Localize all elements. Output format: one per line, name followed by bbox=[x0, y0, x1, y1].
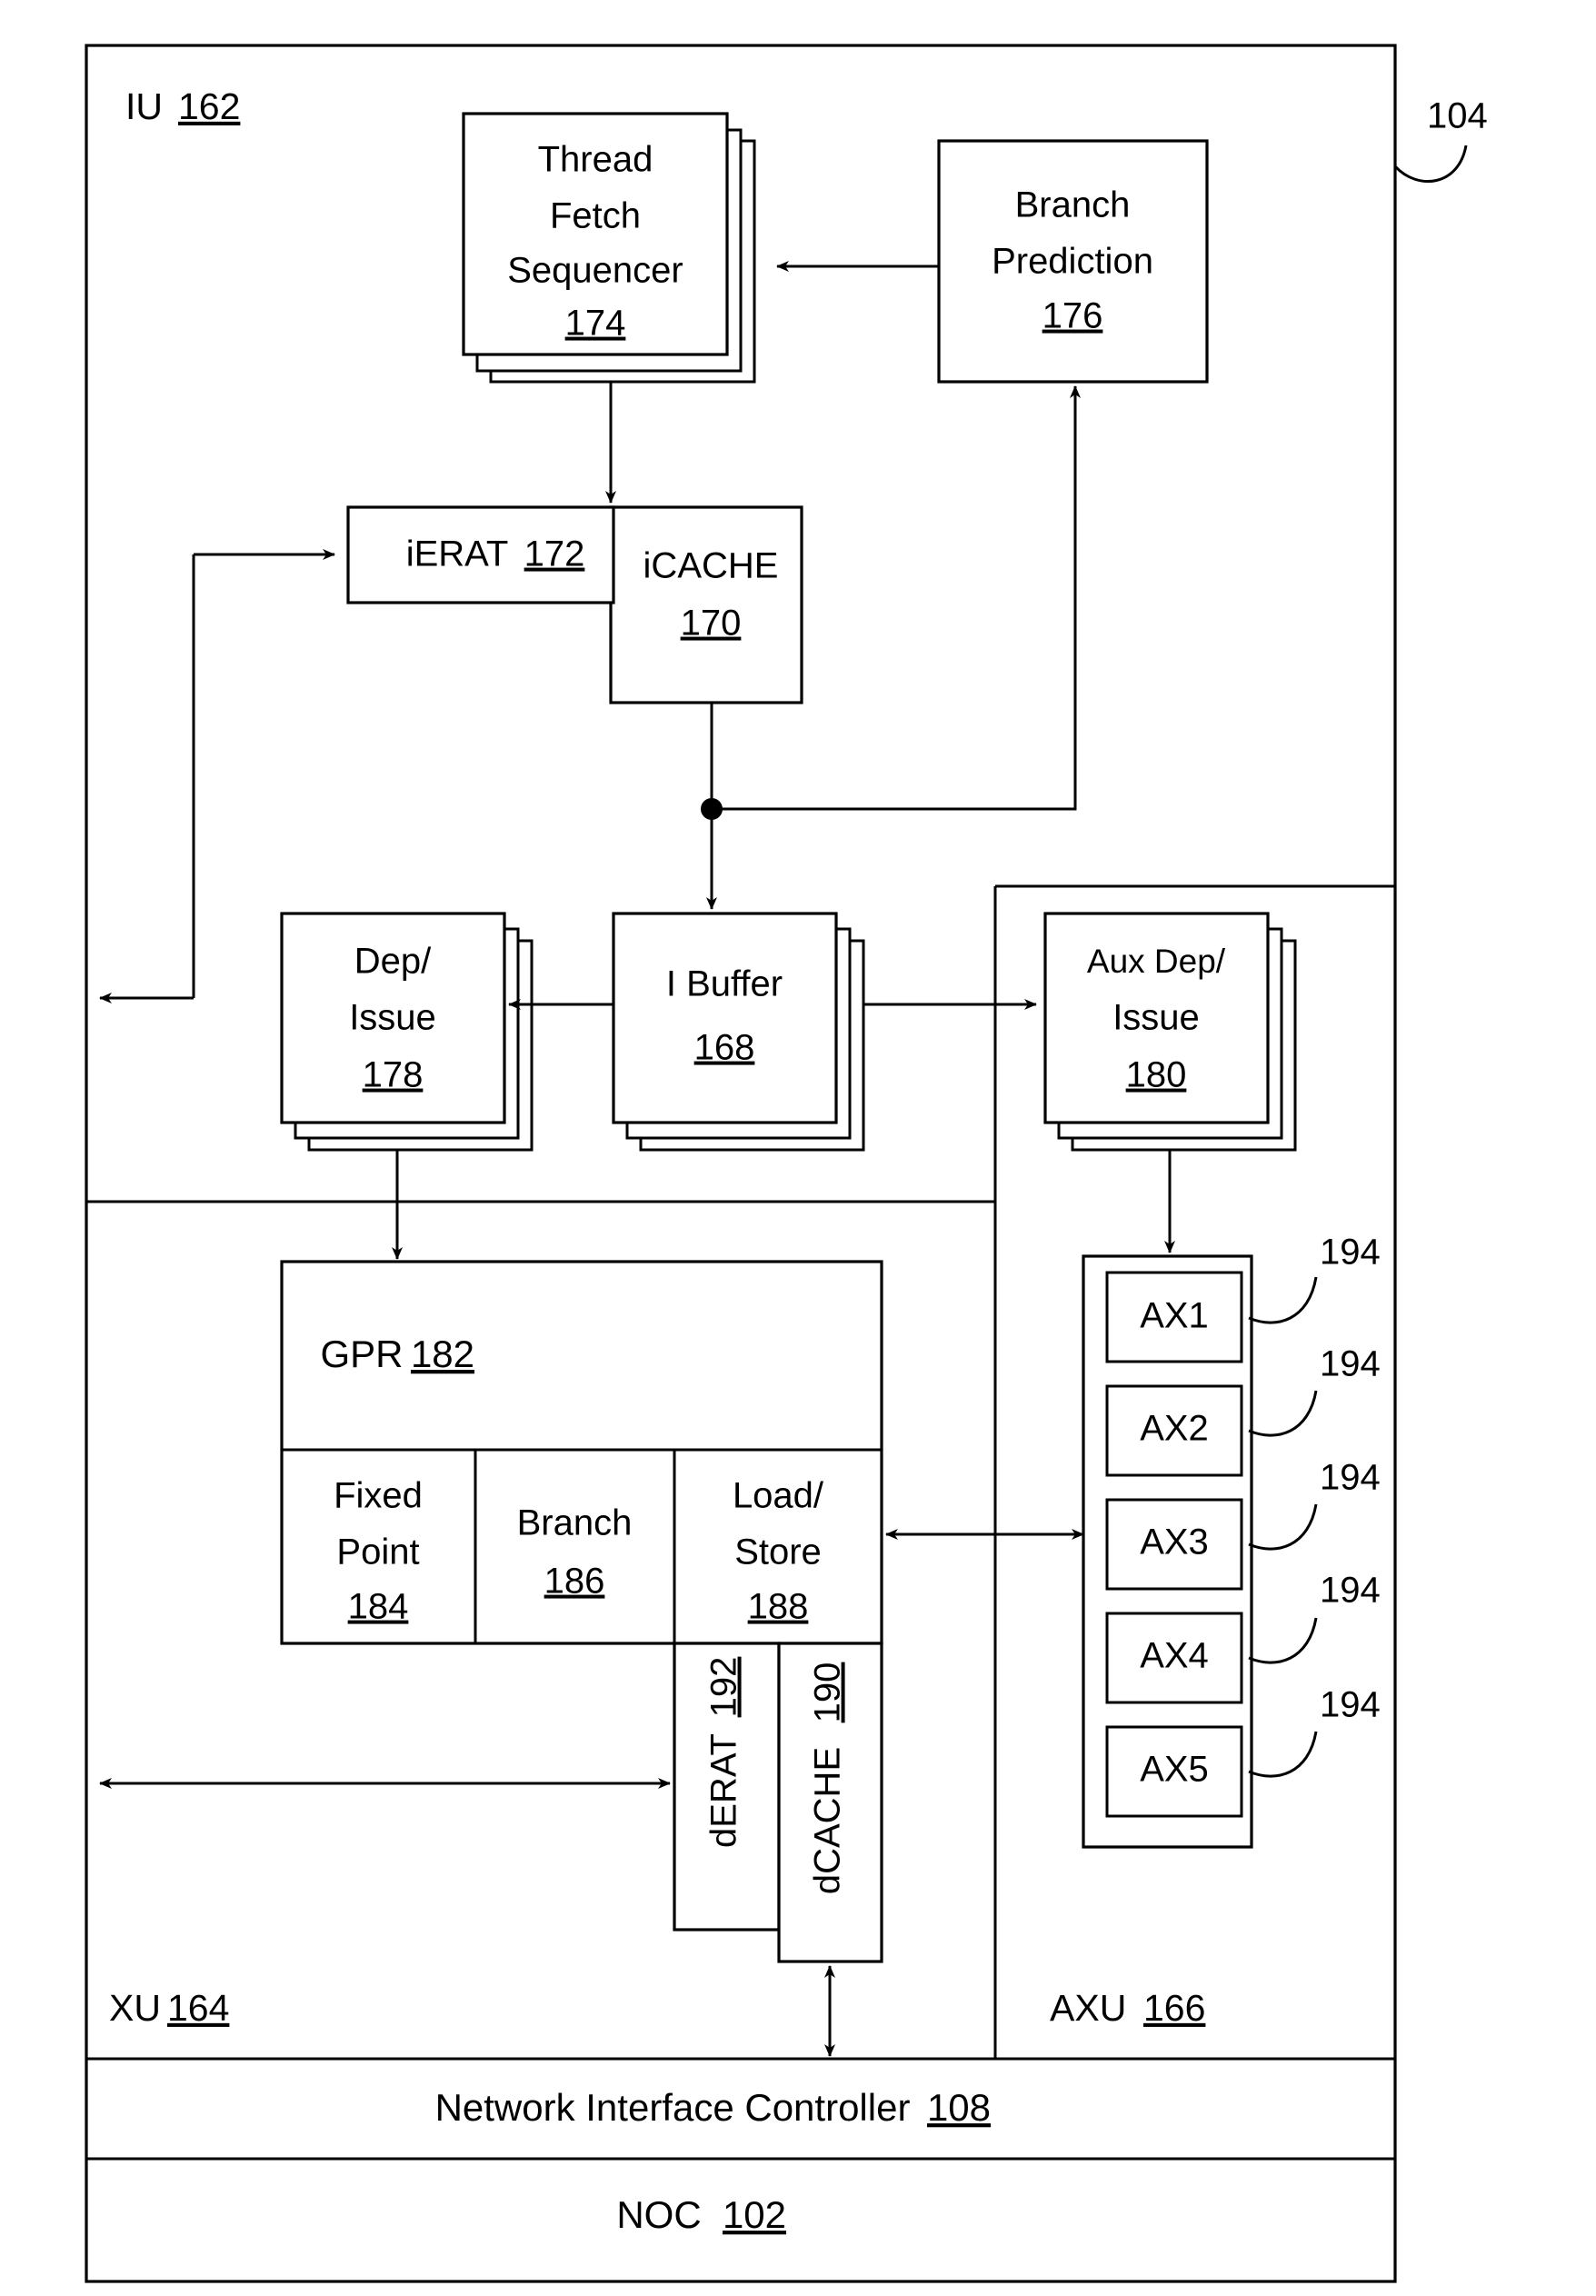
loadstore-ref: 188 bbox=[748, 1587, 809, 1627]
branch-prediction-block[interactable]: Branch Prediction 176 bbox=[937, 139, 1209, 384]
bp-line1: Branch bbox=[1015, 185, 1131, 225]
fixedpoint-line1: Fixed bbox=[334, 1476, 423, 1516]
thread-fetch-sequencer-block[interactable]: Thread Fetch Sequencer 174 bbox=[462, 112, 756, 384]
ax5-label: AX5 bbox=[1140, 1750, 1209, 1790]
derat-label: dERAT bbox=[704, 1733, 744, 1848]
icache-ref: 170 bbox=[681, 604, 742, 644]
branch-ref: 186 bbox=[544, 1562, 605, 1602]
noc-label: NOC bbox=[616, 2193, 701, 2236]
gpr-ref: 182 bbox=[411, 1333, 474, 1375]
icache-label: iCACHE bbox=[643, 546, 779, 586]
depissue-line2: Issue bbox=[349, 998, 436, 1038]
ax4-ref: 194 bbox=[1320, 1571, 1381, 1611]
ibuffer-label: I Buffer bbox=[666, 964, 783, 1004]
nic-label: Network Interface Controller bbox=[435, 2086, 911, 2129]
dep-issue-block[interactable]: Dep/ Issue 178 bbox=[280, 912, 534, 1152]
ibuffer-ref: 168 bbox=[694, 1028, 755, 1068]
ax3-ref: 194 bbox=[1320, 1458, 1381, 1498]
ax1-label: AX1 bbox=[1140, 1296, 1209, 1336]
tfs-line3: Sequencer bbox=[507, 251, 683, 291]
loadstore-line1: Load/ bbox=[733, 1476, 824, 1516]
ax3-label: AX3 bbox=[1140, 1522, 1209, 1562]
depissue-ref: 178 bbox=[363, 1055, 424, 1095]
ax4-label: AX4 bbox=[1140, 1636, 1209, 1676]
auxdep-line2: Issue bbox=[1112, 998, 1200, 1038]
fixedpoint-ref: 184 bbox=[348, 1587, 409, 1627]
ax5-ref: 194 bbox=[1320, 1685, 1381, 1725]
nic-ref: 108 bbox=[927, 2086, 991, 2129]
bp-ref: 176 bbox=[1042, 296, 1103, 336]
derat-ref: 192 bbox=[704, 1657, 744, 1718]
network-interface-controller-bar[interactable]: Network Interface Controller 108 bbox=[435, 2086, 991, 2129]
axu-label-text: AXU bbox=[1050, 1987, 1126, 2029]
noc-ref: 102 bbox=[723, 2193, 786, 2236]
dcache-label: dCACHE bbox=[808, 1747, 848, 1894]
tfs-line1: Thread bbox=[538, 140, 653, 180]
auxdep-line1: Aux Dep/ bbox=[1087, 943, 1226, 980]
aux-dep-issue-block[interactable]: Aux Dep/ Issue 180 bbox=[1043, 912, 1297, 1152]
xu-ref: 164 bbox=[167, 1987, 229, 2029]
processor-block-diagram: 104 IU 162 Thread Fetch Sequencer 174 Br… bbox=[85, 44, 1488, 2283]
xu-label-text: XU bbox=[109, 1987, 161, 2029]
ierat-block[interactable]: iERAT 172 bbox=[346, 505, 615, 604]
icache-block[interactable]: iCACHE 170 bbox=[609, 505, 803, 704]
tfs-ref: 174 bbox=[565, 304, 626, 344]
i-buffer-block[interactable]: I Buffer 168 bbox=[612, 912, 865, 1152]
ax1-ref: 194 bbox=[1320, 1233, 1381, 1273]
dcache-block[interactable]: dCACHE 190 bbox=[777, 1642, 883, 1963]
branch-label: Branch bbox=[517, 1503, 633, 1543]
ibuffer-box bbox=[612, 912, 838, 1124]
ierat-label: iERAT bbox=[406, 534, 509, 574]
derat-block[interactable]: dERAT 192 bbox=[673, 1642, 781, 1932]
iu-ref: 162 bbox=[178, 85, 240, 127]
iu-label: IU 162 bbox=[125, 85, 240, 127]
figure-ref-label: 104 bbox=[1427, 96, 1488, 136]
loadstore-line2: Store bbox=[734, 1532, 822, 1572]
xu-label: XU 164 bbox=[109, 1987, 229, 2029]
figure-ref-leader bbox=[1393, 145, 1468, 184]
gpr-label: GPR bbox=[320, 1333, 403, 1375]
dcache-ref: 190 bbox=[808, 1662, 848, 1723]
depissue-line1: Dep/ bbox=[354, 942, 432, 982]
tfs-line2: Fetch bbox=[550, 196, 641, 236]
ax2-ref: 194 bbox=[1320, 1344, 1381, 1384]
auxdep-ref: 180 bbox=[1126, 1055, 1187, 1095]
fixedpoint-line2: Point bbox=[336, 1532, 419, 1572]
iu-label-text: IU bbox=[125, 85, 163, 127]
axu-ref: 166 bbox=[1143, 1987, 1205, 2029]
ax2-label: AX2 bbox=[1140, 1409, 1209, 1449]
bp-line2: Prediction bbox=[992, 242, 1153, 282]
ierat-ref: 172 bbox=[524, 534, 585, 574]
figure-canvas: 104 IU 162 Thread Fetch Sequencer 174 Br… bbox=[0, 0, 1596, 2296]
